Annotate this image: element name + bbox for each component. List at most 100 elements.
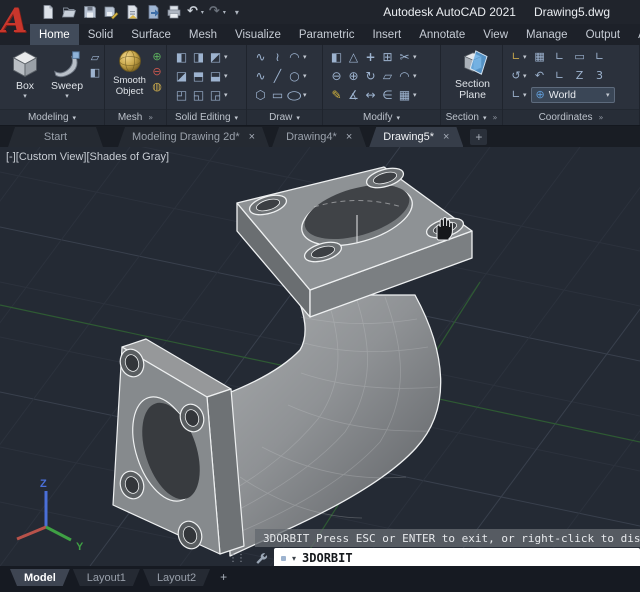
mesh-refine-add-icon[interactable]: ⊕ bbox=[150, 49, 164, 64]
file-tab-drawing5[interactable]: Drawing5* × bbox=[369, 127, 463, 147]
ucs-view-icon[interactable]: ▭ bbox=[573, 49, 587, 64]
viewport-control-menu[interactable]: [-] bbox=[6, 151, 16, 163]
model-tab[interactable]: Model bbox=[10, 569, 70, 586]
file-tab-start[interactable]: Start bbox=[8, 127, 103, 147]
new-file-icon[interactable] bbox=[40, 4, 56, 20]
file-tab-drawing4[interactable]: Drawing4* × bbox=[272, 127, 366, 147]
ucs-object-icon[interactable]: ∟ bbox=[553, 49, 567, 64]
polygon-icon[interactable]: ⬡ bbox=[252, 86, 269, 103]
open-file-icon[interactable] bbox=[61, 4, 77, 20]
undo-icon[interactable]: ↶ bbox=[187, 4, 198, 20]
section-panel-launcher-icon[interactable]: » bbox=[492, 113, 497, 122]
save-as-icon[interactable] bbox=[103, 4, 119, 20]
ribbon-tab-manage[interactable]: Manage bbox=[517, 24, 577, 45]
shell-icon[interactable]: ◱ bbox=[190, 86, 207, 103]
scale-icon[interactable]: ▱ bbox=[379, 67, 396, 84]
qat-customize-icon[interactable]: ▾ bbox=[235, 8, 239, 17]
command-recent-icon[interactable] bbox=[281, 555, 286, 561]
viewport-visual-style-control[interactable]: [Shades of Gray] bbox=[87, 151, 170, 163]
solid-row3-dropdown-icon[interactable]: ▾ bbox=[224, 91, 228, 99]
thicken-icon[interactable]: ⬒ bbox=[190, 67, 207, 84]
ucs-origin-icon[interactable]: ↶ bbox=[533, 68, 547, 83]
print-icon[interactable] bbox=[166, 4, 182, 20]
modify-row3-dropdown-icon[interactable]: ▾ bbox=[413, 91, 417, 99]
layout2-tab[interactable]: Layout2 bbox=[143, 569, 210, 586]
plot-sheet-icon[interactable] bbox=[124, 4, 140, 20]
sweep-dropdown-icon[interactable]: ▾ bbox=[65, 92, 69, 100]
panel-label-modify[interactable]: Modify ▾ bbox=[323, 109, 440, 125]
command-customize-icon[interactable] bbox=[255, 552, 268, 565]
fillet-icon[interactable]: ◠ bbox=[396, 67, 413, 84]
section-plane-button[interactable]: Section Plane bbox=[445, 47, 500, 101]
ribbon-tab-output[interactable]: Output bbox=[577, 24, 630, 45]
3d-polyline-icon[interactable]: ≀ bbox=[269, 48, 286, 65]
interfere-icon[interactable]: ⬓ bbox=[207, 67, 224, 84]
undo-dropdown-icon[interactable]: ▾ bbox=[201, 9, 204, 16]
command-grip-icon[interactable]: ⋮⋮ bbox=[228, 553, 246, 564]
ribbon-tab-annotate[interactable]: Annotate bbox=[410, 24, 474, 45]
panel-label-mesh[interactable]: Mesh» bbox=[105, 109, 166, 125]
rectangle-icon[interactable]: ▭ bbox=[269, 86, 286, 103]
fillet-edge-icon[interactable]: ◲ bbox=[207, 86, 224, 103]
command-dropdown-icon[interactable]: ▾ bbox=[292, 554, 296, 563]
modify-row1-dropdown-icon[interactable]: ▾ bbox=[413, 53, 417, 61]
pipe-elbow-model[interactable] bbox=[112, 165, 473, 557]
ribbon-tab-solid[interactable]: Solid bbox=[79, 24, 123, 45]
rotate-icon[interactable]: ↻ bbox=[362, 67, 379, 84]
ucs-combo-dropdown-icon[interactable]: ▾ bbox=[606, 91, 610, 99]
ucs-x-rotate-icon[interactable]: ∟ bbox=[553, 68, 567, 83]
panel-label-modeling[interactable]: Modeling ▾ bbox=[0, 109, 104, 125]
ucs-3point-icon[interactable]: 3 bbox=[593, 68, 607, 83]
drawing-viewport[interactable]: Z Y [-] [Custom View] [Shades of Gray] 3… bbox=[0, 147, 640, 566]
mirror-icon[interactable]: ◧ bbox=[328, 48, 345, 65]
close-tab-icon[interactable]: × bbox=[346, 131, 352, 143]
ucs-dropdown-icon[interactable]: ▾ bbox=[523, 53, 527, 61]
arc-dropdown-icon[interactable]: ▾ bbox=[303, 53, 307, 61]
panel-label-draw[interactable]: Draw ▾ bbox=[247, 109, 322, 125]
spline-icon[interactable]: ∿ bbox=[252, 67, 269, 84]
slice-icon[interactable]: ◪ bbox=[173, 67, 190, 84]
close-tab-icon[interactable]: × bbox=[249, 131, 255, 143]
ribbon-tab-parametric[interactable]: Parametric bbox=[290, 24, 364, 45]
ribbon-tab-insert[interactable]: Insert bbox=[363, 24, 410, 45]
ucs-previous-dropdown-icon[interactable]: ▾ bbox=[523, 72, 527, 80]
ribbon-tab-surface[interactable]: Surface bbox=[122, 24, 180, 45]
redo-icon[interactable]: ↷ bbox=[209, 4, 220, 20]
ellipse-icon[interactable]: ○ bbox=[286, 86, 303, 103]
copy-icon[interactable]: ⊞ bbox=[379, 48, 396, 65]
arc-icon[interactable]: ◠ bbox=[286, 48, 303, 65]
mesh-panel-launcher-icon[interactable]: » bbox=[148, 113, 153, 122]
close-tab-icon[interactable]: × bbox=[443, 131, 449, 143]
box-button[interactable]: Box ▾ bbox=[4, 47, 46, 100]
solid-subtract-icon[interactable]: ◨ bbox=[190, 48, 207, 65]
ucs-z-axis-icon[interactable]: Z bbox=[573, 68, 587, 83]
viewport-view-control[interactable]: [Custom View] bbox=[16, 151, 87, 163]
sculpt-icon[interactable]: ⊖ bbox=[328, 67, 345, 84]
circle-dropdown-icon[interactable]: ▾ bbox=[303, 72, 307, 80]
mesh-crease-icon[interactable]: ◍ bbox=[150, 79, 164, 94]
array-rect-icon[interactable]: ▦ bbox=[396, 86, 413, 103]
panel-label-coordinates[interactable]: Coordinates» bbox=[503, 109, 639, 125]
ribbon-tab-home[interactable]: Home bbox=[30, 24, 79, 45]
ucs-combo[interactable]: ⊕ World ▾ bbox=[530, 86, 615, 103]
ellipse-dropdown-icon[interactable]: ▾ bbox=[303, 91, 307, 99]
polysolid-icon[interactable]: ▱ bbox=[88, 50, 102, 65]
transmit-icon[interactable] bbox=[145, 4, 161, 20]
ucs-show-dropdown-icon[interactable]: ▾ bbox=[523, 91, 527, 99]
new-layout-button[interactable]: + bbox=[220, 569, 227, 586]
3d-align-icon[interactable]: △ bbox=[345, 48, 362, 65]
layout1-tab[interactable]: Layout1 bbox=[73, 569, 140, 586]
viewport-canvas[interactable]: Z Y bbox=[0, 147, 640, 566]
panel-label-section[interactable]: Section ▾» bbox=[441, 109, 502, 125]
offset-icon[interactable]: ∈ bbox=[379, 86, 396, 103]
new-tab-button[interactable]: + bbox=[470, 129, 488, 145]
solid-union-icon[interactable]: ◧ bbox=[173, 48, 190, 65]
save-icon[interactable] bbox=[82, 4, 98, 20]
ucs-triad-icon[interactable]: Z Y bbox=[16, 478, 84, 553]
sweep-button[interactable]: Sweep ▾ bbox=[46, 47, 88, 100]
ribbon-tab-view[interactable]: View bbox=[474, 24, 517, 45]
trim-icon[interactable]: ✂ bbox=[396, 48, 413, 65]
move-icon[interactable]: + bbox=[362, 48, 379, 65]
mesh-refine-remove-icon[interactable]: ⊖ bbox=[150, 64, 164, 79]
smooth-object-button[interactable]: Smooth Object bbox=[109, 47, 150, 97]
